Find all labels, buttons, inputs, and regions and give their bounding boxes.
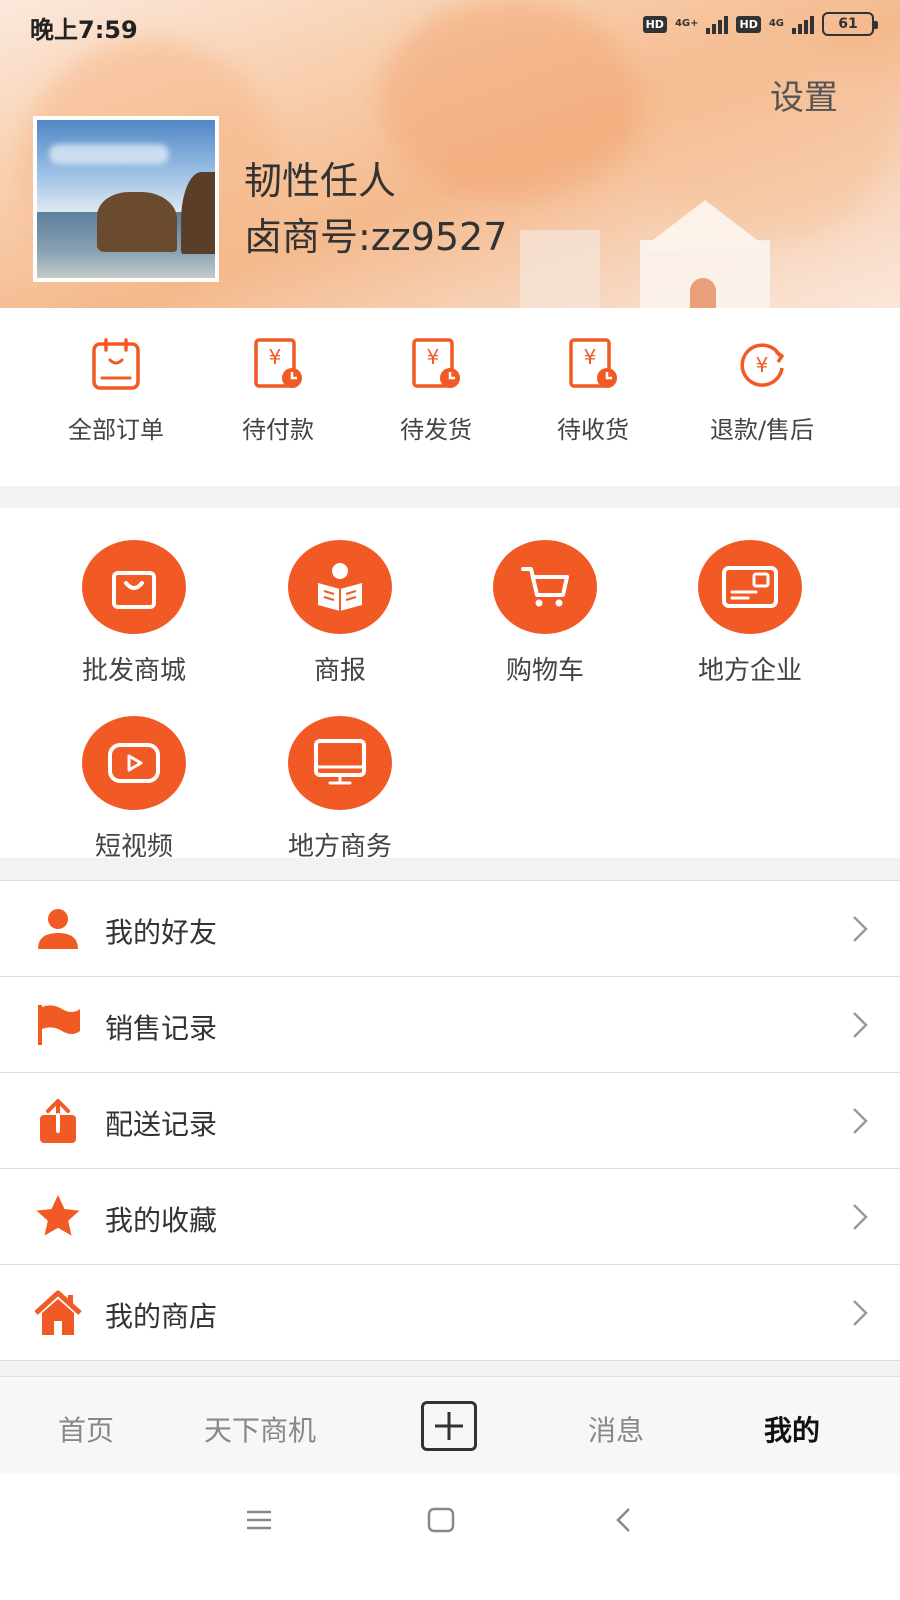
nav-mine[interactable]: 我的 [764, 1409, 820, 1449]
hd-badge: HD [736, 15, 761, 33]
nav-home[interactable]: 首页 [58, 1409, 114, 1449]
grid-label: 地方企业 [697, 656, 802, 686]
grid-icon-circle [288, 716, 392, 810]
card-icon [722, 566, 778, 608]
system-nav-bar [0, 1474, 900, 1600]
grid-label: 短视频 [94, 832, 173, 862]
grid-item-local-business[interactable]: 地方商务 [250, 716, 430, 863]
status-bar: 晚上7:59 HD 4G+ HD 4G 61 [0, 0, 900, 50]
list-label: 我的商店 [105, 1300, 218, 1333]
grid-icon-circle [82, 540, 186, 634]
reading-icon [318, 563, 362, 611]
status-time: 晚上7:59 [30, 16, 138, 44]
battery-level: 61 [838, 16, 858, 32]
svg-text:¥: ¥ [269, 345, 282, 369]
order-label: 退款/售后 [709, 416, 815, 444]
refund-icon: ¥ [740, 343, 784, 387]
network-type: 4G+ [674, 18, 699, 29]
plus-icon [435, 1412, 463, 1440]
back-icon[interactable] [614, 1506, 634, 1534]
chevron-right-icon [853, 1108, 868, 1134]
grid-icon-circle [288, 540, 392, 634]
menu-list: 我的好友 销售记录 配送记录 我的收藏 我的商店 [0, 880, 900, 1361]
upload-icon [40, 1099, 76, 1143]
menu-icon[interactable] [245, 1508, 273, 1532]
grid-label: 购物车 [505, 656, 584, 686]
merchant-id: 卤商号:zz9527 [244, 215, 508, 259]
list-item-my-store[interactable]: 我的商店 [0, 1265, 900, 1361]
list-item-favorites[interactable]: 我的收藏 [0, 1169, 900, 1265]
monitor-icon [314, 739, 366, 785]
network-type: 4G [768, 18, 784, 29]
grid-icon-circle [82, 716, 186, 810]
grid-icon-circle [698, 540, 802, 634]
home-icon [34, 1290, 82, 1335]
order-refund-button[interactable]: ¥ 退款/售后 [682, 334, 842, 445]
chevron-right-icon [853, 1204, 868, 1230]
order-pending-receipt-button[interactable]: ¥ 待收货 [513, 334, 673, 445]
order-label: 待收货 [557, 416, 629, 444]
clipboard-icon [92, 338, 140, 390]
user-name: 韧性任人 [244, 159, 397, 203]
status-icons: HD 4G+ HD 4G 61 [642, 12, 878, 36]
bottom-nav: 首页 天下商机 消息 我的 [0, 1376, 900, 1474]
cart-icon [521, 567, 569, 607]
list-item-delivery-records[interactable]: 配送记录 [0, 1073, 900, 1169]
order-label: 待发货 [400, 416, 472, 444]
list-label: 我的好友 [105, 916, 218, 949]
grid-label: 批发商城 [81, 656, 186, 686]
order-label: 全部订单 [68, 416, 164, 444]
svg-text:¥: ¥ [584, 345, 597, 369]
home-square-icon[interactable] [426, 1506, 456, 1534]
profile-header: 晚上7:59 HD 4G+ HD 4G 61 设置 韧性任人 卤商号:zz952… [0, 0, 900, 312]
order-all-button[interactable]: 全部订单 [36, 334, 196, 445]
list-label: 配送记录 [105, 1108, 218, 1141]
grid-item-wholesale[interactable]: 批发商城 [44, 540, 224, 687]
hd-badge: HD [642, 15, 667, 33]
nav-messages[interactable]: 消息 [588, 1409, 644, 1449]
list-label: 我的收藏 [105, 1204, 218, 1237]
nav-add-button[interactable] [421, 1401, 477, 1451]
nav-opportunities[interactable]: 天下商机 [204, 1409, 316, 1449]
grid-icon-circle [493, 540, 597, 634]
grid-label: 地方商务 [287, 832, 392, 862]
list-label: 销售记录 [105, 1012, 218, 1045]
background-house [520, 230, 600, 312]
order-pending-payment-button[interactable]: ¥ 待付款 [198, 334, 358, 445]
signal-icon [792, 14, 814, 34]
pending-receipt-icon: ¥ [569, 338, 617, 388]
grid-item-local-enterprise[interactable]: 地方企业 [660, 540, 840, 687]
svg-text:¥: ¥ [756, 353, 769, 377]
services-grid: 批发商城 商报 购物车 地方企业 短视频 地方商务 [0, 508, 900, 862]
pending-shipment-icon: ¥ [412, 338, 460, 388]
grid-label: 商报 [313, 656, 366, 686]
order-pending-shipment-button[interactable]: ¥ 待发货 [356, 334, 516, 445]
settings-button[interactable]: 设置 [770, 70, 838, 119]
chevron-right-icon [853, 1300, 868, 1326]
grid-item-cart[interactable]: 购物车 [455, 540, 635, 687]
orders-section: 全部订单 ¥ 待付款 ¥ 待发货 ¥ 待收货 ¥ 退款/售后 [0, 308, 900, 486]
star-icon [36, 1195, 80, 1236]
background-house [640, 200, 770, 312]
list-item-friends[interactable]: 我的好友 [0, 881, 900, 977]
list-item-sales-records[interactable]: 销售记录 [0, 977, 900, 1073]
grid-item-news[interactable]: 商报 [250, 540, 430, 687]
play-icon [108, 743, 160, 783]
chevron-right-icon [853, 916, 868, 942]
pending-payment-icon: ¥ [254, 338, 302, 388]
avatar[interactable] [33, 116, 219, 282]
battery-icon: 61 [822, 12, 878, 36]
svg-text:¥: ¥ [427, 345, 440, 369]
shopping-bag-icon [112, 571, 156, 609]
chevron-right-icon [853, 1012, 868, 1038]
person-icon [38, 909, 78, 949]
order-label: 待付款 [242, 416, 314, 444]
flag-icon [38, 1005, 80, 1045]
signal-icon [706, 14, 729, 34]
grid-item-short-video[interactable]: 短视频 [44, 716, 224, 863]
